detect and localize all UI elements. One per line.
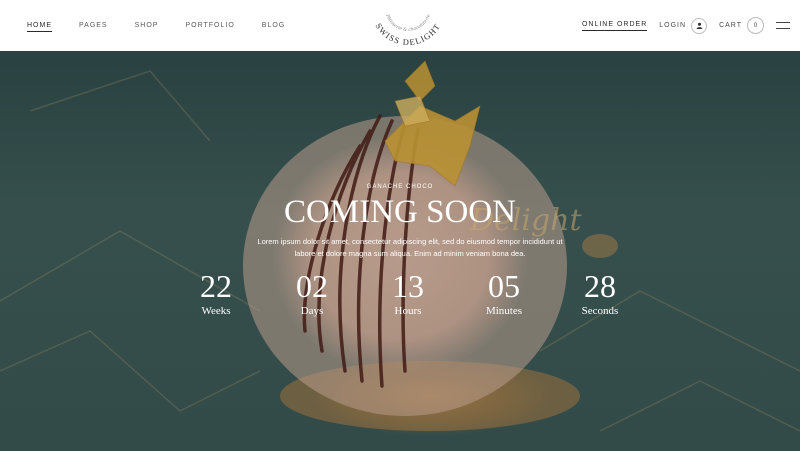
days-value: 02	[296, 268, 328, 304]
seconds-value: 28	[584, 268, 616, 304]
nav-pages[interactable]: PAGES	[79, 22, 108, 29]
hero-description: Lorem ipsum dolor sit amet, consectetur …	[257, 237, 563, 258]
nav-portfolio[interactable]: PORTFOLIO	[185, 22, 234, 29]
hamburger-menu-icon[interactable]	[776, 22, 790, 29]
countdown-minutes: 05 Minutes	[464, 269, 544, 317]
main-nav: HOME PAGES SHOP PORTFOLIO BLOG	[27, 0, 312, 51]
site-header: HOME PAGES SHOP PORTFOLIO BLOG SWISS DEL…	[0, 0, 800, 51]
login-link[interactable]: LOGIN	[659, 22, 686, 29]
header-actions: ONLINE ORDER LOGIN CART 0	[581, 0, 790, 51]
logo-name: SWISS DELIGHT	[374, 21, 442, 47]
weeks-value: 22	[200, 268, 232, 304]
countdown-weeks: 22 Weeks	[176, 269, 256, 317]
seconds-label: Seconds	[581, 305, 619, 317]
minutes-value: 05	[488, 268, 520, 304]
logo-tagline: Pâtisserie & chocolaterie	[384, 13, 432, 33]
hero-section: Delight GANACHE CHOCO COMING SOON Lorem …	[0, 51, 800, 451]
nav-home[interactable]: HOME	[27, 22, 52, 32]
logo-emblem: SWISS DELIGHT Pâtisserie & chocolaterie	[374, 13, 443, 47]
countdown-hours: 13 Hours	[368, 269, 448, 317]
hours-value: 13	[392, 268, 424, 304]
days-label: Days	[300, 305, 324, 317]
cart-link[interactable]: CART	[719, 22, 742, 29]
user-icon[interactable]	[691, 17, 708, 34]
hero-subtitle: GANACHE CHOCO	[366, 184, 434, 190]
nav-blog[interactable]: BLOG	[262, 22, 285, 29]
nav-shop[interactable]: SHOP	[135, 22, 159, 29]
hours-label: Hours	[394, 305, 422, 317]
site-logo[interactable]: SWISS DELIGHT Pâtisserie & chocolaterie	[363, 4, 453, 48]
weeks-label: Weeks	[201, 305, 231, 317]
svg-text:Pâtisserie & chocolaterie: Pâtisserie & chocolaterie	[384, 13, 432, 33]
online-order-link[interactable]: ONLINE ORDER	[581, 21, 648, 31]
minutes-label: Minutes	[485, 305, 523, 317]
cart-count-badge[interactable]: 0	[747, 17, 764, 34]
svg-text:SWISS DELIGHT: SWISS DELIGHT	[374, 21, 443, 47]
hero-title: COMING SOON	[284, 194, 516, 230]
countdown-days: 02 Days	[272, 269, 352, 317]
countdown-seconds: 28 Seconds	[560, 269, 640, 317]
